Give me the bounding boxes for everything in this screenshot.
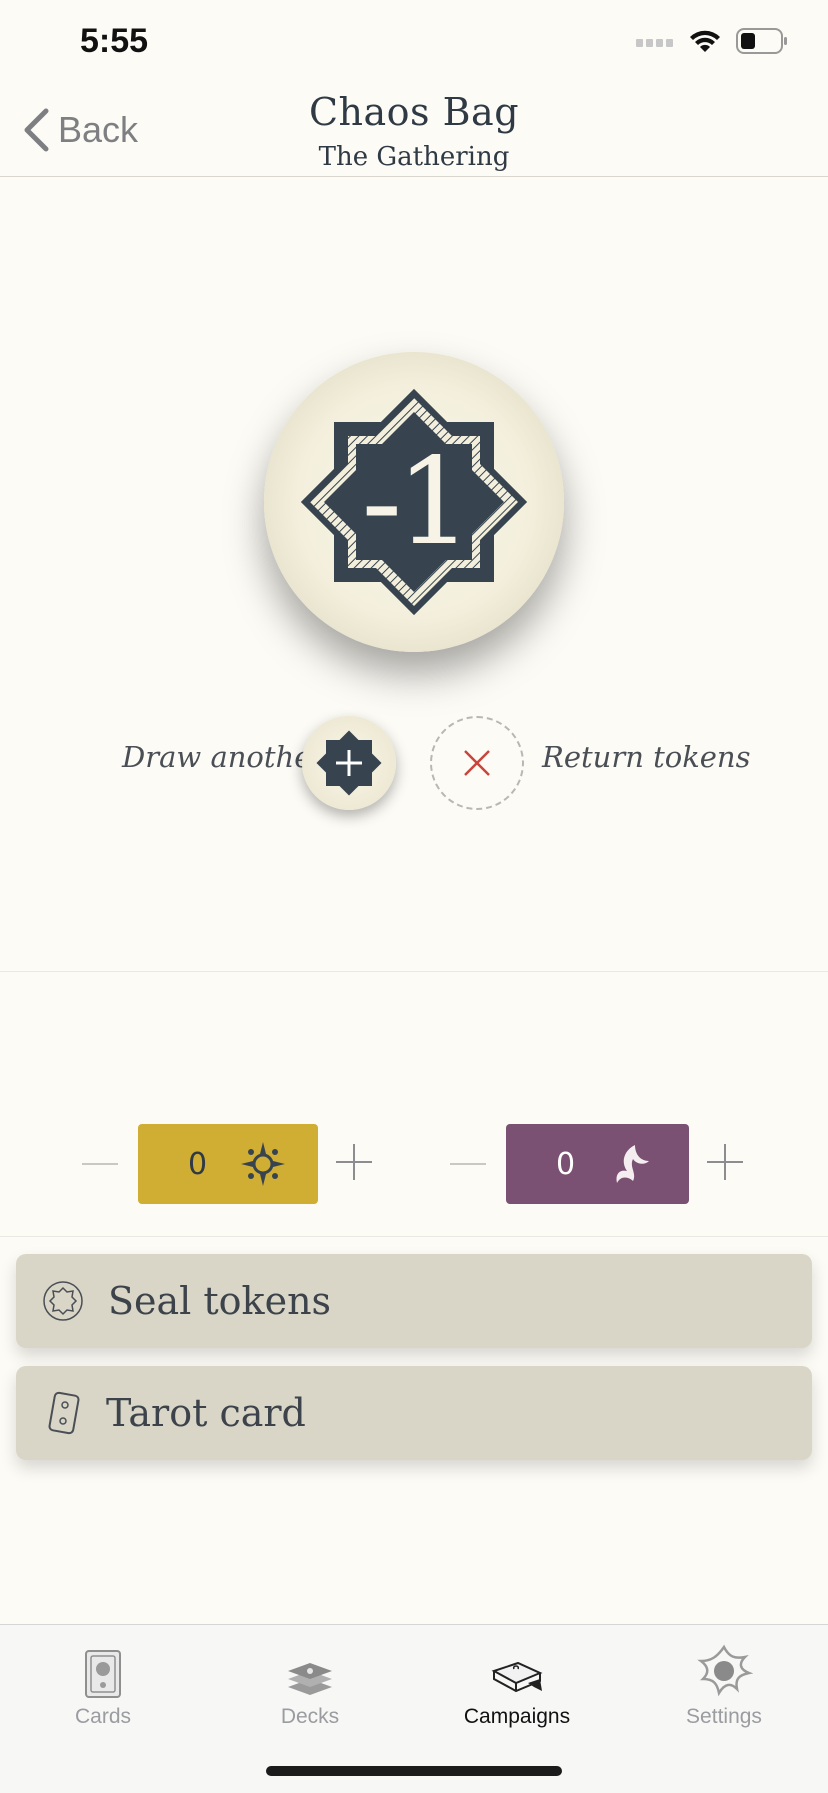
plus-star-icon	[316, 730, 382, 796]
status-time: 5:55	[80, 22, 149, 60]
bless-count: 0	[188, 1146, 208, 1182]
close-icon	[464, 750, 490, 776]
divider	[0, 971, 828, 972]
chaos-token[interactable]: -1	[264, 352, 564, 652]
token-actions: Draw another Return tokens	[0, 712, 828, 812]
tab-cards-label: Cards	[74, 1705, 132, 1728]
bless-token-counter: 0	[138, 1124, 318, 1204]
draw-another-button[interactable]	[302, 716, 396, 810]
tab-cards[interactable]: Cards	[28, 1641, 178, 1729]
tab-settings[interactable]: Settings	[649, 1641, 799, 1729]
bless-decrement-button[interactable]	[82, 1163, 118, 1165]
bless-increment-button[interactable]	[336, 1144, 372, 1180]
page-subtitle: The Gathering	[318, 142, 510, 172]
page-title: Chaos Bag	[308, 90, 520, 134]
tab-campaigns-label: Campaigns	[463, 1705, 571, 1728]
tarot-card-button[interactable]: Tarot card	[16, 1366, 812, 1460]
home-indicator	[266, 1766, 562, 1776]
status-icons	[636, 28, 788, 54]
bless-icon	[241, 1142, 286, 1186]
token-value: -1	[361, 432, 473, 572]
curse-token-counter: 0	[506, 1124, 689, 1204]
divider	[0, 1236, 828, 1237]
tarot-card-label: Tarot card	[106, 1391, 306, 1435]
curse-increment-button[interactable]	[707, 1144, 743, 1180]
tarot-card-icon	[48, 1391, 80, 1435]
navigation-bar: Back Chaos Bag The Gathering	[0, 90, 828, 177]
decks-icon	[288, 1663, 332, 1695]
return-tokens-label: Return tokens	[542, 740, 751, 774]
battery-icon	[736, 28, 787, 54]
curse-count: 0	[556, 1146, 576, 1182]
settings-icon	[697, 1644, 753, 1697]
wifi-icon	[690, 30, 720, 52]
tab-decks-label: Decks	[280, 1705, 340, 1728]
return-tokens-button[interactable]	[430, 716, 524, 810]
seal-icon	[43, 1281, 83, 1321]
seal-tokens-label: Seal tokens	[108, 1279, 332, 1323]
seal-tokens-button[interactable]: Seal tokens	[16, 1254, 812, 1348]
tab-campaigns[interactable]: Campaigns	[442, 1641, 592, 1729]
curse-icon	[616, 1145, 650, 1183]
campaigns-icon	[491, 1661, 543, 1693]
tab-decks[interactable]: Decks	[235, 1641, 385, 1729]
tab-settings-label: Settings	[686, 1705, 762, 1728]
signal-icon	[636, 39, 673, 47]
status-bar: 5:55	[0, 0, 828, 90]
cards-icon	[85, 1650, 121, 1698]
draw-another-label: Draw another	[122, 740, 326, 774]
curse-decrement-button[interactable]	[450, 1163, 486, 1165]
